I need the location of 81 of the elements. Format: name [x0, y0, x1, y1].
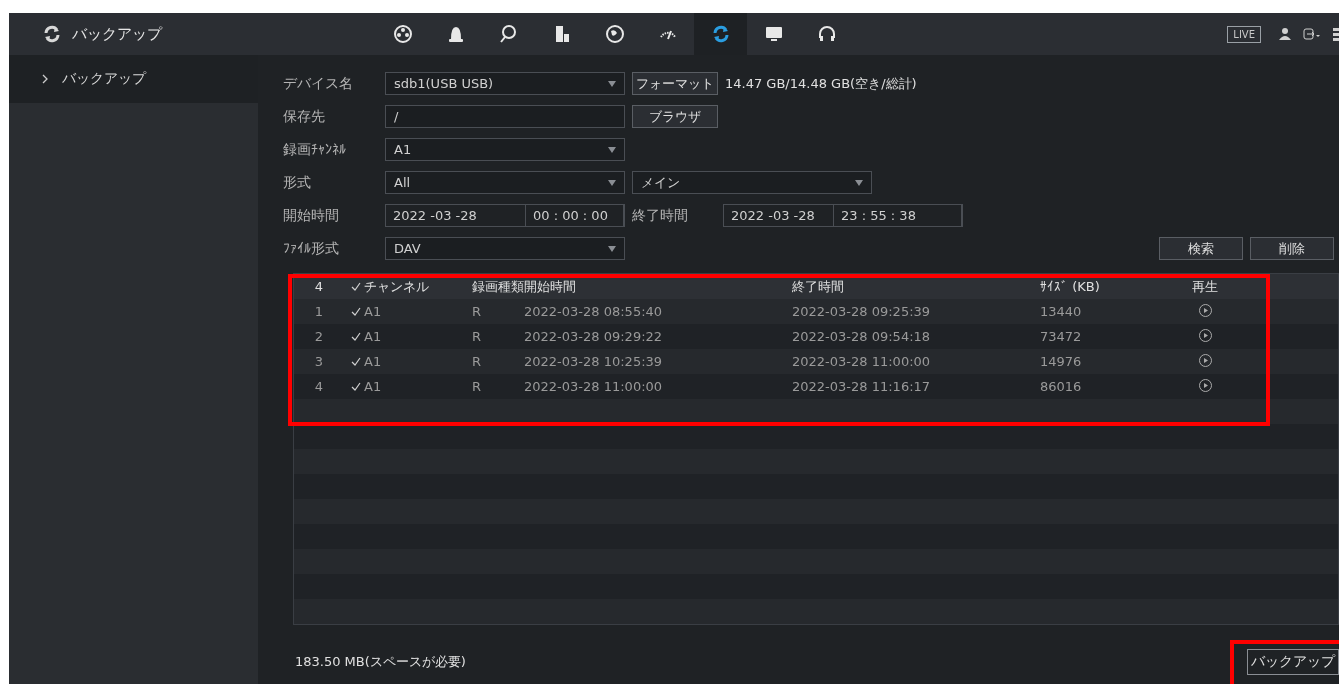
- column-header: 録画種類: [472, 277, 524, 296]
- backup-button[interactable]: バックアップ: [1247, 649, 1339, 675]
- device-select[interactable]: sdb1(USB USB): [385, 72, 625, 95]
- nav-tab[interactable]: [694, 13, 747, 55]
- check-icon[interactable]: [351, 381, 361, 392]
- table-cell-text: 2: [313, 329, 325, 344]
- field-label: 録画ﾁｬﾝﾈﾙ: [283, 140, 347, 159]
- check-icon[interactable]: [351, 281, 361, 292]
- table-cell-text: 2022-03-28 11:00:00: [792, 354, 932, 369]
- table-cell-text: 1: [313, 304, 325, 319]
- table-cell-text: R: [472, 354, 483, 369]
- chevron-icon: [42, 74, 48, 84]
- required-space-text: 183.50 MB(スペースが必要): [295, 653, 466, 671]
- field-label: 開始時間: [283, 206, 340, 225]
- table-cell: A1: [364, 354, 382, 369]
- page-title: バックアップ: [72, 24, 162, 44]
- table-cell-text: 86016: [1040, 379, 1083, 394]
- dropdown-caret-icon: [608, 179, 616, 186]
- check-icon[interactable]: [351, 356, 361, 367]
- table-cell-text: 2022-03-28 09:25:39: [792, 304, 932, 319]
- table-cell-text: 2022-03-28 08:55:40: [524, 304, 664, 319]
- play-icon[interactable]: [1198, 378, 1212, 392]
- field-label: ﾌｧｲﾙ形式: [283, 239, 340, 258]
- table-cell-text: 2022-03-28 09:54:18: [792, 329, 932, 344]
- globe-icon: [604, 24, 625, 44]
- start-time-field[interactable]: 2022 -03 -28 00 : 00 : 00: [385, 204, 625, 227]
- capacity-text: 14.47 GB/14.48 GB(空き/総計): [725, 74, 917, 93]
- column-header: 再生: [1191, 277, 1219, 296]
- stream-select[interactable]: メイン: [632, 171, 872, 194]
- play-icon[interactable]: [1198, 328, 1212, 342]
- channel-select[interactable]: A1: [385, 138, 625, 161]
- monitor-icon: [763, 24, 784, 44]
- browse-button[interactable]: ブラウザ: [632, 105, 718, 128]
- dropdown-caret-icon: [608, 80, 616, 87]
- format-button[interactable]: フォーマット: [632, 72, 718, 95]
- search-icon: [498, 24, 519, 44]
- type-select[interactable]: All: [385, 171, 625, 194]
- table-cell-text: 73472: [1040, 329, 1083, 344]
- table-cell-text: 3: [313, 354, 325, 369]
- dropdown-caret-icon: [608, 146, 616, 153]
- table-cell-text: R: [472, 304, 483, 319]
- table-cell-text: 4: [313, 379, 325, 394]
- file-format-select[interactable]: DAV: [385, 237, 625, 260]
- play-icon[interactable]: [1198, 353, 1212, 367]
- column-header: 終了時間: [792, 277, 845, 296]
- table-cell-text: 13440: [1040, 304, 1083, 319]
- sidebar-item[interactable]: バックアップ: [9, 55, 258, 103]
- dropdown-caret-icon: [608, 245, 616, 252]
- play-icon[interactable]: [1198, 303, 1212, 317]
- record-count: 4: [313, 279, 325, 294]
- table-cell: A1: [364, 379, 382, 394]
- column-header: チャンネル: [364, 277, 429, 296]
- field-label: 保存先: [283, 107, 326, 126]
- headphones-icon: [816, 24, 837, 44]
- dropdown-caret-icon: [855, 179, 863, 186]
- table-cell: A1: [364, 329, 382, 344]
- check-icon[interactable]: [351, 306, 361, 317]
- delete-button[interactable]: 削除: [1250, 237, 1334, 260]
- table-cell-text: 14976: [1040, 354, 1083, 369]
- field-label: 終了時間: [632, 206, 689, 225]
- search-button[interactable]: 検索: [1159, 237, 1243, 260]
- table-cell-text: 2022-03-28 11:00:00: [524, 379, 664, 394]
- grid-icon[interactable]: [1333, 27, 1339, 41]
- logout-icon[interactable]: [1303, 27, 1321, 41]
- table-cell-text: 2022-03-28 11:16:17: [792, 379, 932, 394]
- table-cell-text: R: [472, 329, 483, 344]
- table-cell-text: 2022-03-28 09:29:22: [524, 329, 664, 344]
- path-field[interactable]: /: [385, 105, 625, 128]
- check-icon[interactable]: [351, 331, 361, 342]
- live-button[interactable]: LIVE: [1227, 25, 1261, 43]
- field-label: デバイス名: [283, 74, 354, 93]
- table-cell-text: R: [472, 379, 483, 394]
- table-cell-text: 2022-03-28 10:25:39: [524, 354, 664, 369]
- column-header: 開始時間: [524, 277, 577, 296]
- sync-icon: [42, 24, 62, 44]
- column-header: ｻｲｽﾞ (KB): [1040, 279, 1101, 294]
- field-label: 形式: [283, 173, 312, 192]
- film-reel-icon: [392, 24, 413, 44]
- table-cell: A1: [364, 304, 382, 319]
- end-time-field[interactable]: 2022 -03 -28 23 : 55 : 38: [723, 204, 963, 227]
- user-icon[interactable]: [1279, 27, 1291, 41]
